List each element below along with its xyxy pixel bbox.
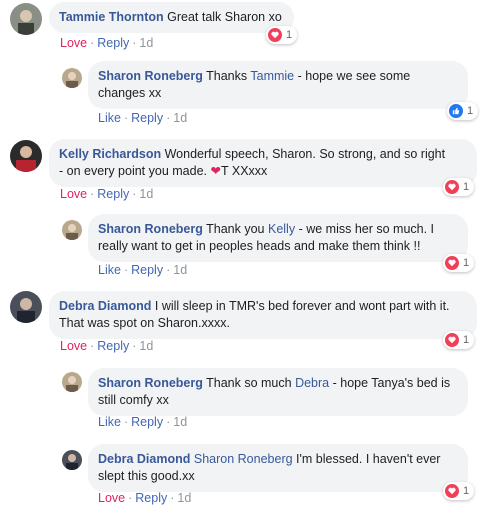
reply-button[interactable]: Reply <box>97 339 129 353</box>
comment-actions: Like · Reply · 1d <box>98 415 188 429</box>
comment-debra: Debra Diamond I will sleep in TMR's bed … <box>0 288 480 360</box>
reply-button[interactable]: Reply <box>131 111 163 125</box>
comment-text: Great talk Sharon xo <box>167 10 282 24</box>
timestamp[interactable]: 1d <box>177 491 191 505</box>
reply-button[interactable]: Reply <box>131 263 163 277</box>
love-button[interactable]: Love <box>60 36 87 50</box>
reply-button[interactable]: Reply <box>97 36 129 50</box>
love-button[interactable]: Love <box>60 339 87 353</box>
reply-button[interactable]: Reply <box>131 415 163 429</box>
reply-sharon-3: Sharon Roneberg Thank so much Debra - ho… <box>0 364 480 434</box>
heart-icon <box>445 484 459 498</box>
comment-actions: Love · Reply · 1d <box>60 339 154 353</box>
timestamp[interactable]: 1d <box>139 187 153 201</box>
timestamp[interactable]: 1d <box>139 339 153 353</box>
like-button[interactable]: Like <box>98 415 121 429</box>
reply-button[interactable]: Reply <box>135 491 167 505</box>
reaction-count[interactable]: 1 <box>443 254 475 272</box>
avatar[interactable] <box>10 291 42 323</box>
like-icon <box>449 104 463 118</box>
heart-icon <box>268 28 282 42</box>
comment-bubble: Sharon Roneberg Thanks Tammie - hope we … <box>88 61 468 109</box>
mention-link[interactable]: Kelly <box>268 222 295 236</box>
reply-debra: Debra Diamond Sharon Roneberg I'm blesse… <box>0 440 480 516</box>
comment-author[interactable]: Kelly Richardson <box>59 147 161 161</box>
comment-bubble: Debra Diamond Sharon Roneberg I'm blesse… <box>88 444 468 492</box>
mention-link[interactable]: Debra <box>295 376 329 390</box>
comment-author[interactable]: Sharon Roneberg <box>98 222 203 236</box>
avatar[interactable] <box>62 68 82 88</box>
mention-link[interactable]: Tammie <box>250 69 294 83</box>
comment-author[interactable]: Tammie Thornton <box>59 10 164 24</box>
reply-button[interactable]: Reply <box>97 187 129 201</box>
comment-actions: Like · Reply · 1d <box>98 111 188 125</box>
like-button[interactable]: Like <box>98 111 121 125</box>
comment-bubble: Debra Diamond I will sleep in TMR's bed … <box>49 291 477 339</box>
avatar[interactable] <box>10 140 42 172</box>
love-button[interactable]: Love <box>98 491 125 505</box>
comment-bubble: Tammie Thornton Great talk Sharon xo <box>49 2 294 33</box>
comment-author[interactable]: Sharon Roneberg <box>98 69 203 83</box>
timestamp[interactable]: 1d <box>173 263 187 277</box>
comment-actions: Love · Reply · 1d <box>98 491 192 505</box>
comment-author[interactable]: Sharon Roneberg <box>98 376 203 390</box>
timestamp[interactable]: 1d <box>139 36 153 50</box>
reaction-count[interactable]: 1 <box>447 102 479 120</box>
avatar[interactable] <box>10 3 42 35</box>
like-button[interactable]: Like <box>98 263 121 277</box>
love-button[interactable]: Love <box>60 187 87 201</box>
reaction-count[interactable]: 1 <box>443 331 475 349</box>
avatar[interactable] <box>62 220 82 240</box>
reaction-count[interactable]: 1 <box>266 26 298 44</box>
heart-emoji: ❤ <box>210 164 221 178</box>
reaction-count[interactable]: 1 <box>443 178 475 196</box>
heart-icon <box>445 333 459 347</box>
heart-icon <box>445 256 459 270</box>
comment-author[interactable]: Debra Diamond <box>98 452 190 466</box>
reply-sharon-2: Sharon Roneberg Thank you Kelly - we mis… <box>0 212 480 284</box>
avatar[interactable] <box>62 450 82 470</box>
comment-actions: Like · Reply · 1d <box>98 263 188 277</box>
heart-icon <box>445 180 459 194</box>
comment-actions: Love · Reply · 1d <box>60 36 154 50</box>
comment-tammie: Tammie Thornton Great talk Sharon xo 1 L… <box>0 0 480 60</box>
timestamp[interactable]: 1d <box>173 111 187 125</box>
timestamp[interactable]: 1d <box>173 415 187 429</box>
reaction-count[interactable]: 1 <box>443 482 475 500</box>
comment-actions: Love · Reply · 1d <box>60 187 154 201</box>
avatar[interactable] <box>62 372 82 392</box>
comment-author[interactable]: Debra Diamond <box>59 299 151 313</box>
mention-link[interactable]: Sharon Roneberg <box>194 452 293 466</box>
comment-bubble: Kelly Richardson Wonderful speech, Sharo… <box>49 139 477 187</box>
comment-kelly: Kelly Richardson Wonderful speech, Sharo… <box>0 136 480 208</box>
reply-sharon-1: Sharon Roneberg Thanks Tammie - hope we … <box>0 58 480 130</box>
comment-bubble: Sharon Roneberg Thank so much Debra - ho… <box>88 368 468 416</box>
comment-bubble: Sharon Roneberg Thank you Kelly - we mis… <box>88 214 468 262</box>
